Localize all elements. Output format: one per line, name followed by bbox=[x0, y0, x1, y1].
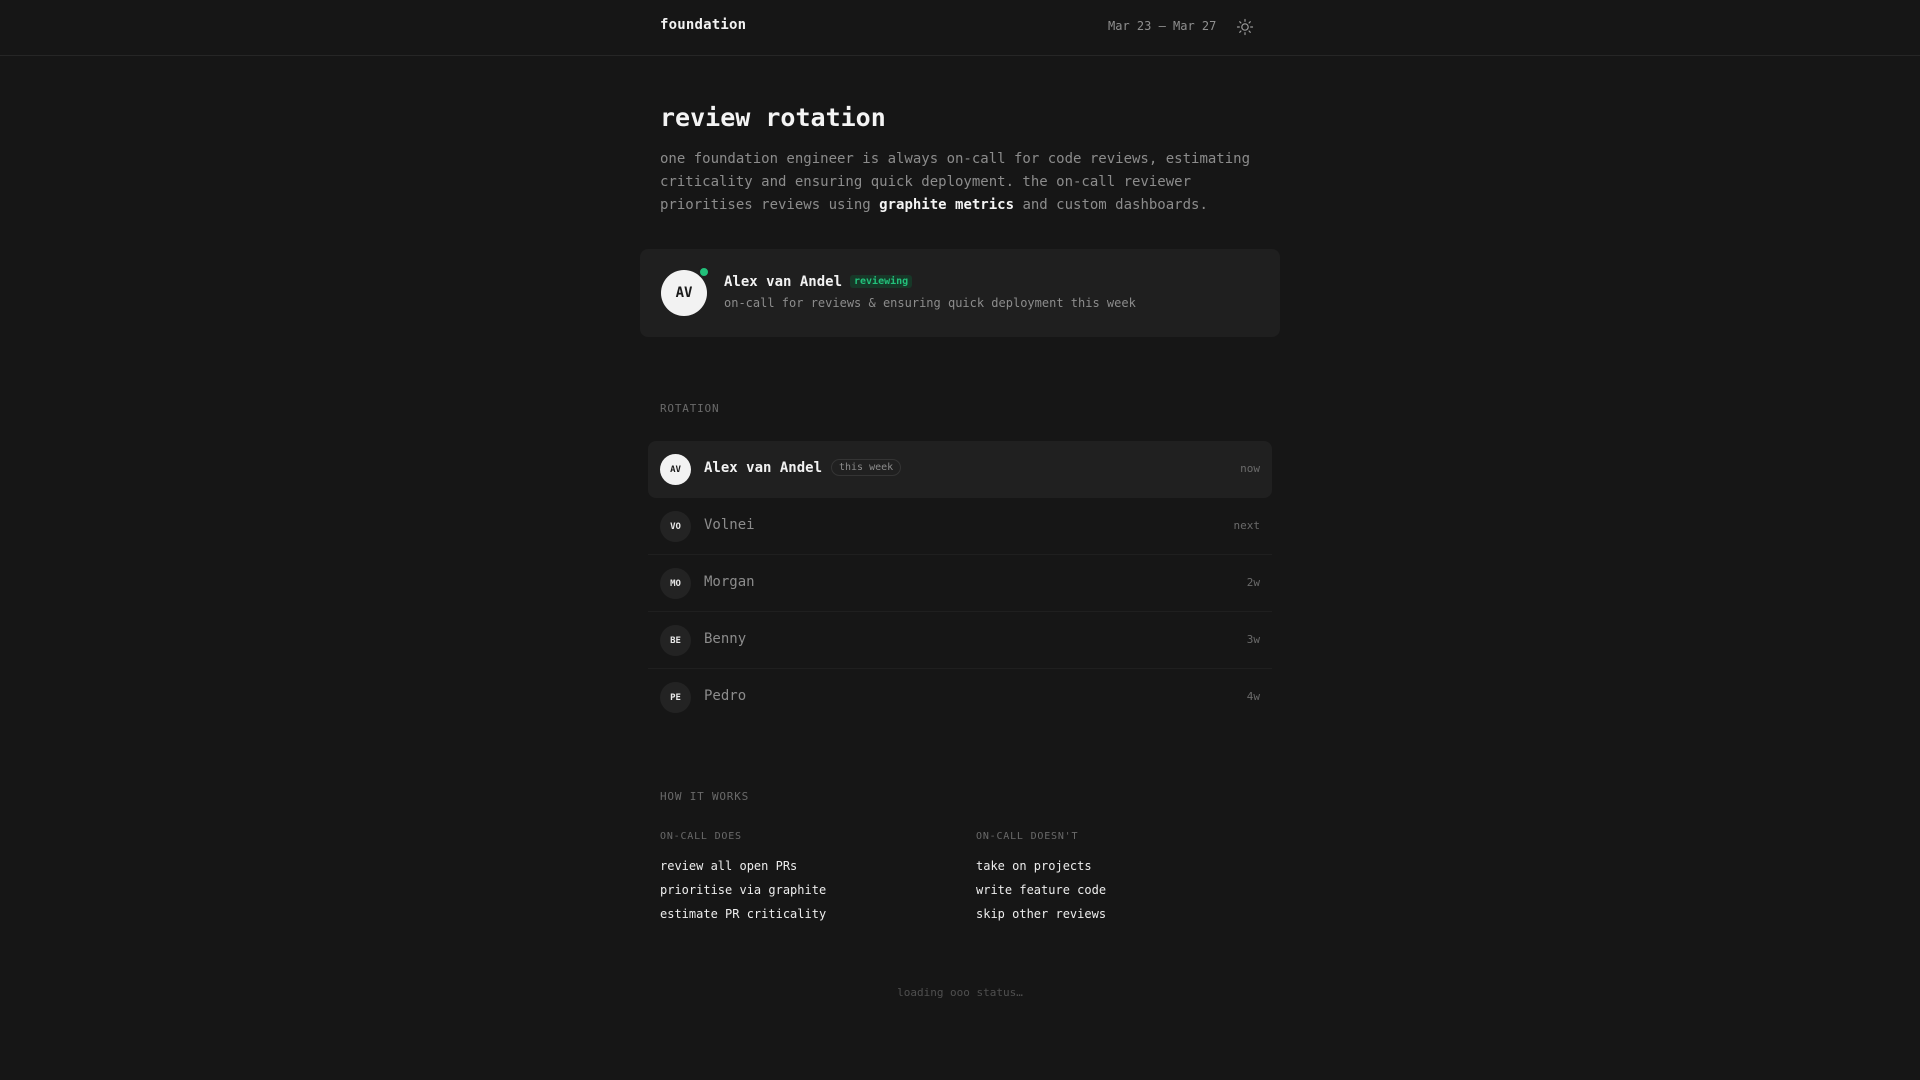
oncall-name: Alex van Andel bbox=[724, 274, 843, 290]
sun-icon[interactable] bbox=[1236, 18, 1254, 36]
top-bar: foundation Mar 23 – Mar 27 bbox=[0, 0, 1920, 56]
rotation-heading: ROTATION bbox=[660, 402, 720, 415]
oncall-doesnt-heading: ON-CALL DOESN'T bbox=[976, 831, 1079, 842]
list-item: write feature code bbox=[976, 883, 1107, 897]
oncall-description: on-call for reviews & ensuring quick dep… bbox=[724, 296, 1136, 310]
rotation-list: AV Alex van Andel this week now VO Volne… bbox=[648, 441, 1272, 726]
oncall-does-heading: ON-CALL DOES bbox=[660, 831, 742, 842]
member-name: Morgan bbox=[704, 574, 755, 590]
rotation-when: now bbox=[1240, 462, 1260, 475]
list-item: review all open PRs bbox=[660, 859, 798, 873]
member-name: Alex van Andel bbox=[704, 460, 823, 476]
rotation-row[interactable]: BE Benny 3w bbox=[648, 612, 1272, 669]
list-item: take on projects bbox=[976, 859, 1092, 873]
avatar: MO bbox=[660, 568, 691, 599]
rotation-when: next bbox=[1233, 519, 1261, 532]
rotation-row-current[interactable]: AV Alex van Andel this week now bbox=[648, 441, 1272, 498]
page-title: review rotation bbox=[660, 103, 886, 132]
rotation-row[interactable]: PE Pedro 4w bbox=[648, 669, 1272, 726]
intro-text-end: and custom dashboards. bbox=[1014, 197, 1208, 213]
rotation-when: 2w bbox=[1246, 576, 1260, 589]
how-it-works-heading: HOW IT WORKS bbox=[660, 790, 750, 803]
avatar: VO bbox=[660, 511, 691, 542]
date-range: Mar 23 – Mar 27 bbox=[1108, 19, 1217, 33]
list-item: skip other reviews bbox=[976, 907, 1107, 921]
brand-name[interactable]: foundation bbox=[660, 17, 746, 33]
rotation-row[interactable]: VO Volnei next bbox=[648, 498, 1272, 555]
list-item: estimate PR criticality bbox=[660, 907, 827, 921]
status-badge: reviewing bbox=[850, 275, 913, 288]
oncall-doesnt-list: take on projects write feature code skip… bbox=[976, 857, 1106, 929]
rotation-row[interactable]: MO Morgan 2w bbox=[648, 555, 1272, 612]
online-status-dot bbox=[698, 266, 710, 278]
oncall-card: AV Alex van Andel reviewing on-call for … bbox=[640, 249, 1280, 337]
this-week-badge: this week bbox=[831, 459, 902, 476]
member-name: Volnei bbox=[704, 517, 755, 533]
avatar: BE bbox=[660, 625, 691, 656]
ooo-status-text: loading ooo status… bbox=[897, 986, 1023, 999]
avatar: PE bbox=[660, 682, 691, 713]
graphite-metrics-link[interactable]: graphite metrics bbox=[879, 197, 1014, 213]
rotation-when: 3w bbox=[1246, 633, 1260, 646]
member-name: Benny bbox=[704, 631, 747, 647]
list-item: prioritise via graphite bbox=[660, 883, 827, 897]
avatar: AV bbox=[660, 454, 691, 485]
oncall-does-list: review all open PRs prioritise via graph… bbox=[660, 857, 826, 929]
member-name: Pedro bbox=[704, 688, 747, 704]
rotation-when: 4w bbox=[1246, 690, 1260, 703]
intro-paragraph: one foundation engineer is always on-cal… bbox=[660, 148, 1270, 217]
